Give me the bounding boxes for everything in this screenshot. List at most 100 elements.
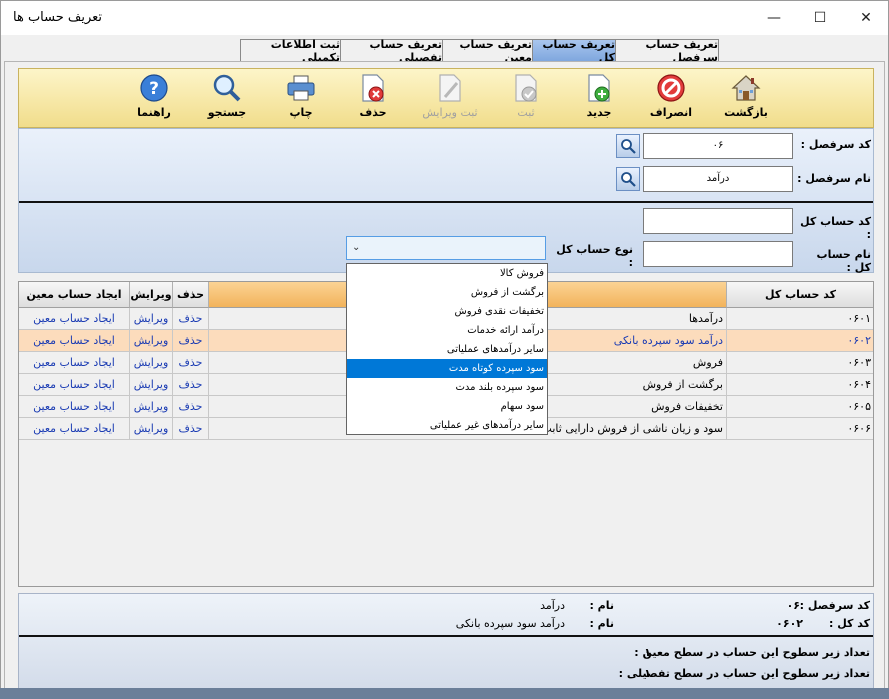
delete-button[interactable]: حذف <box>343 73 403 125</box>
tab-extra-info[interactable]: ثبت اطلاعات تکمیلی <box>240 38 341 64</box>
delete-link[interactable]: حذف <box>173 396 209 418</box>
delete-link[interactable]: حذف <box>173 374 209 396</box>
dropdown-option[interactable]: سود سهام <box>347 397 547 416</box>
help-label: راهنما <box>137 106 171 119</box>
tab-tafsili-account[interactable]: تعریف حساب تفصیلی <box>340 38 443 64</box>
cancel-button[interactable]: انصراف <box>641 73 701 125</box>
help-icon: ? <box>139 73 169 103</box>
summary-name-label-1: نام : <box>589 599 614 612</box>
header-code-label: کد سرفصل : <box>800 138 871 151</box>
account-code-cell: ۰۶۰۴ <box>727 374 873 396</box>
printer-icon <box>286 73 316 103</box>
account-code-cell: ۰۶۰۶ <box>727 418 873 440</box>
dropdown-option[interactable]: سود سپرده بلند مدت <box>347 378 547 397</box>
column-header-code[interactable]: کد حساب کل <box>727 282 873 308</box>
create-moein-link[interactable]: ایجاد حساب معین <box>19 308 130 330</box>
save-document-icon <box>511 73 541 103</box>
magnifier-icon <box>621 139 636 154</box>
help-button[interactable]: ? راهنما <box>124 73 184 125</box>
cancel-icon <box>656 73 686 103</box>
account-code-cell: ۰۶۰۵ <box>727 396 873 418</box>
window-title: تعریف حساب ها <box>13 10 103 25</box>
delete-document-icon <box>358 73 388 103</box>
minimize-button[interactable]: — <box>751 1 797 35</box>
sub-count-tafsili-value: ۱ <box>644 667 651 680</box>
create-moein-link[interactable]: ایجاد حساب معین <box>19 396 130 418</box>
back-button[interactable]: بازگشت <box>716 73 776 125</box>
delete-link[interactable]: حذف <box>173 352 209 374</box>
search-button[interactable]: جستجو <box>197 73 257 125</box>
summary-name-value-1: درآمد <box>540 599 565 612</box>
tab-content: بازگشت انصراف جدید ثبت ثبت ویرایش حذف چا… <box>4 61 885 697</box>
summary-panel: کد سرفصل : ۰۶ نام : درآمد کد کل : ۰۶۰۲ ن… <box>18 593 874 689</box>
dropdown-option[interactable]: برگشت از فروش <box>347 283 547 302</box>
save-edit-button[interactable]: ثبت ویرایش <box>417 73 483 125</box>
create-moein-link[interactable]: ایجاد حساب معین <box>19 330 130 352</box>
edit-link[interactable]: ویرایش <box>130 418 173 440</box>
dropdown-option[interactable]: سایر درآمدهای عملیاتی <box>347 340 547 359</box>
close-button[interactable]: ✕ <box>843 1 889 35</box>
column-header-delete[interactable]: حذف <box>173 282 209 308</box>
account-code-cell: ۰۶۰۳ <box>727 352 873 374</box>
delete-link[interactable]: حذف <box>173 308 209 330</box>
create-moein-link[interactable]: ایجاد حساب معین <box>19 352 130 374</box>
edit-link[interactable]: ویرایش <box>130 396 173 418</box>
maximize-button[interactable]: ☐ <box>797 1 843 35</box>
column-header-create[interactable]: ایجاد حساب معین <box>19 282 130 308</box>
header-name-search-button[interactable] <box>616 167 640 191</box>
account-code-label: کد حساب کل : <box>800 215 871 241</box>
chevron-down-icon: ⌄ <box>352 242 361 253</box>
save-button[interactable]: ثبت <box>496 73 556 125</box>
column-header-edit[interactable]: ویرایش <box>130 282 173 308</box>
tab-header-account[interactable]: تعریف حساب سرفصل <box>615 38 719 64</box>
account-name-label: نام حساب کل : <box>816 248 871 274</box>
account-type-select[interactable]: ⌄ <box>346 236 546 260</box>
search-label: جستجو <box>207 106 247 119</box>
magnifier-icon <box>621 172 636 187</box>
sub-count-moein-label: تعداد زیر سطوح این حساب در سطح معین : <box>634 646 870 659</box>
summary-total-code-value: ۰۶۰۲ <box>776 617 803 630</box>
back-label: بازگشت <box>724 106 768 119</box>
tab-moein-account[interactable]: تعریف حساب معین <box>442 38 533 64</box>
print-button[interactable]: چاپ <box>271 73 331 125</box>
svg-text:?: ? <box>149 79 159 99</box>
dropdown-option[interactable]: تخفیفات نقدی فروش <box>347 302 547 321</box>
edit-link[interactable]: ویرایش <box>130 374 173 396</box>
delete-link[interactable]: حذف <box>173 418 209 440</box>
dropdown-option[interactable]: فروش کالا <box>347 264 547 283</box>
home-icon <box>731 73 761 103</box>
account-name-field[interactable] <box>643 241 793 267</box>
edit-link[interactable]: ویرایش <box>130 330 173 352</box>
account-code-field[interactable] <box>643 208 793 234</box>
app-window: تعریف حساب ها — ☐ ✕ تعریف حساب سرفصل تعر… <box>0 0 889 699</box>
summary-header-code-value: ۰۶ <box>786 599 800 612</box>
summary-separator <box>19 635 873 637</box>
dropdown-option[interactable]: درآمد ارائه خدمات <box>347 321 547 340</box>
account-type-dropdown: فروش کالا برگشت از فروش تخفیفات نقدی فرو… <box>346 263 548 435</box>
create-moein-link[interactable]: ایجاد حساب معین <box>19 374 130 396</box>
summary-header-code-label: کد سرفصل : <box>799 599 870 612</box>
toolbar: بازگشت انصراف جدید ثبت ثبت ویرایش حذف چا… <box>18 68 874 128</box>
tab-strip: تعریف حساب سرفصل تعریف حساب کل تعریف حسا… <box>1 38 888 64</box>
header-name-field[interactable]: درآمد <box>643 166 793 192</box>
tab-total-account[interactable]: تعریف حساب کل <box>532 38 616 64</box>
new-button[interactable]: جدید <box>569 73 629 125</box>
header-code-search-button[interactable] <box>616 134 640 158</box>
print-label: چاپ <box>289 106 313 119</box>
summary-name-value-2: درآمد سود سپرده بانکی <box>455 617 565 630</box>
edit-link[interactable]: ویرایش <box>130 308 173 330</box>
sub-count-moein-value: ۱ <box>644 646 651 659</box>
background-taskbar <box>0 688 889 699</box>
create-moein-link[interactable]: ایجاد حساب معین <box>19 418 130 440</box>
edit-link[interactable]: ویرایش <box>130 352 173 374</box>
dropdown-option-selected[interactable]: سود سپرده کوتاه مدت <box>347 359 547 378</box>
title-bar: تعریف حساب ها — ☐ ✕ <box>1 1 888 35</box>
header-code-field[interactable]: ۰۶ <box>643 133 793 159</box>
delete-link[interactable]: حذف <box>173 330 209 352</box>
account-type-label: نوع حساب کل : <box>556 243 633 269</box>
edit-document-icon <box>435 73 465 103</box>
summary-name-label-2: نام : <box>589 617 614 630</box>
dropdown-option[interactable]: سایر درآمدهای غیر عملیاتی <box>347 416 547 435</box>
header-name-label: نام سرفصل : <box>797 172 871 185</box>
summary-total-code-label: کد کل : <box>828 617 870 630</box>
